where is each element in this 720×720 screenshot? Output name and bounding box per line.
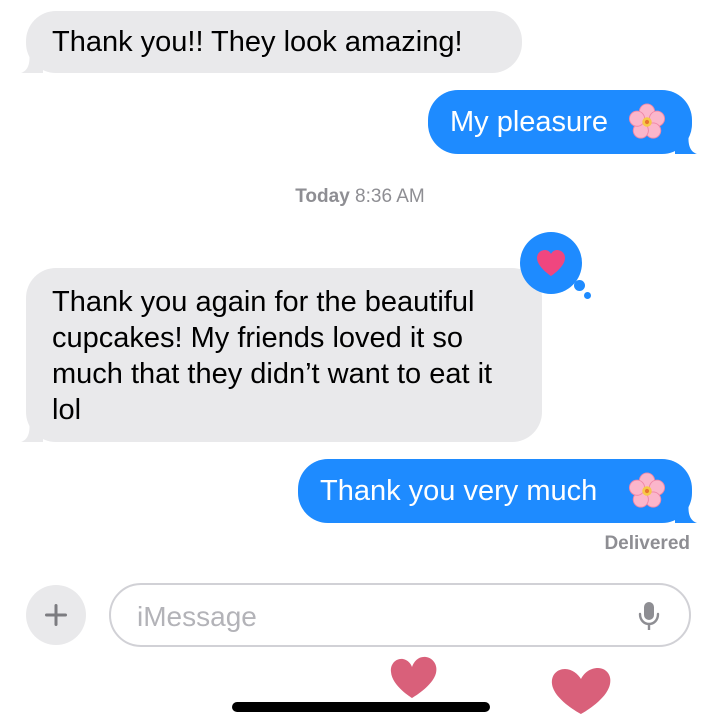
- outgoing-message-bubble[interactable]: Thank you very much: [298, 459, 697, 523]
- cherry-blossom-icon: [628, 472, 666, 508]
- message-timestamp: Today 8:36 AM: [0, 186, 720, 208]
- message-input-placeholder: iMessage: [137, 601, 257, 632]
- timestamp-time: 8:36 AM: [355, 186, 425, 207]
- messages-screen: Thank you!! They look amazing! My pleasu…: [0, 0, 720, 720]
- message-text: Thank you again for the beautiful cupcak…: [52, 286, 493, 426]
- bubble-tail: [21, 420, 43, 442]
- timestamp-day: Today: [295, 186, 350, 207]
- bubble-tail: [675, 132, 697, 154]
- message-input[interactable]: iMessage: [109, 583, 691, 647]
- incoming-message-bubble[interactable]: Thank you again for the beautiful cupcak…: [21, 268, 542, 442]
- cherry-blossom-icon: [628, 103, 666, 139]
- pink-heart-sticker: [551, 668, 611, 714]
- outgoing-message-bubble[interactable]: My pleasure: [428, 90, 697, 154]
- bubble-tail: [21, 51, 43, 73]
- incoming-message-bubble[interactable]: Thank you!! They look amazing!: [21, 11, 522, 73]
- reaction-bubble-dot: [584, 292, 591, 299]
- heart-reaction-badge[interactable]: [520, 232, 582, 294]
- reaction-bubble-dot: [574, 280, 585, 291]
- heart-icon: [537, 250, 565, 276]
- bubble-tail: [675, 501, 697, 523]
- pink-heart-sticker: [390, 656, 437, 698]
- add-attachment-button[interactable]: [26, 585, 86, 645]
- plus-icon: [45, 604, 67, 626]
- delivery-status: Delivered: [604, 533, 690, 554]
- home-indicator[interactable]: [232, 702, 490, 712]
- microphone-icon[interactable]: [637, 600, 661, 632]
- message-text: Thank you!! They look amazing!: [52, 26, 463, 58]
